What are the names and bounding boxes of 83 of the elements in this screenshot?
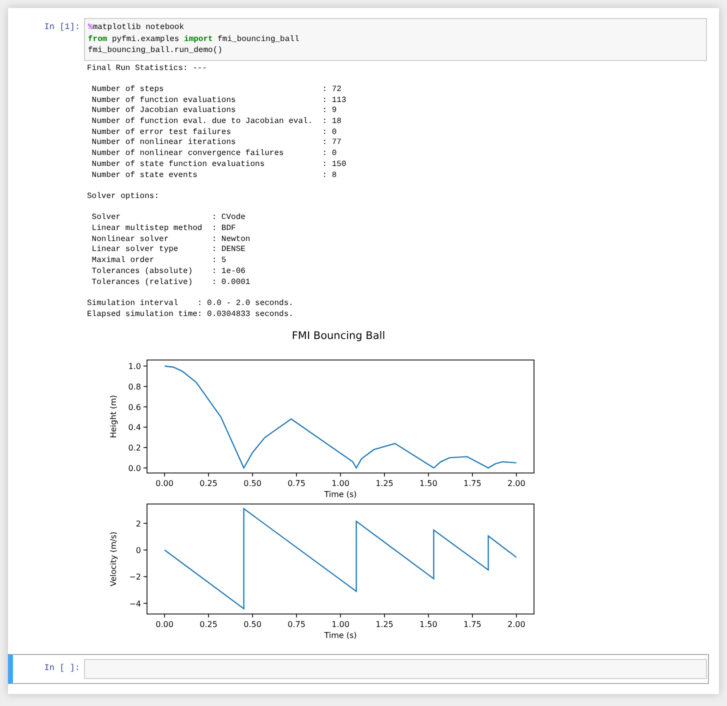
output-line: Number of function eval. due to Jacobian eval. : 18 — [90, 117, 342, 128]
tick-mark — [208, 614, 209, 618]
output-line: Number of error test failures : 0 — [90, 128, 337, 138]
tick-label: 0.75 — [288, 620, 306, 629]
tick-mark — [164, 472, 165, 477]
output-line: Solver : CVode — [90, 213, 246, 224]
tick-mark — [208, 472, 209, 477]
tick-mark — [143, 602, 148, 604]
output-line: Tolerances (relative) : 0.0001 — [90, 278, 250, 288]
output-line: Linear solver type : DENSE — [90, 245, 246, 256]
tick-mark — [516, 472, 517, 477]
tick-label: 0.25 — [200, 479, 218, 488]
tick-mark — [384, 472, 385, 477]
tick-mark — [143, 576, 148, 578]
tick-mark — [428, 614, 429, 618]
tick-label: 0.4 — [128, 423, 141, 432]
input-prompt: In [ ]: — [43, 662, 81, 675]
tick-mark — [143, 406, 148, 408]
output-line: Number of nonlinear convergence failures : 0 — [90, 149, 337, 160]
tick-mark — [296, 614, 297, 618]
tick-label: 0 — [136, 546, 141, 555]
tick-label: −4 — [129, 599, 141, 608]
output-line: Nonlinear solver : Newton — [90, 234, 250, 245]
axis-label: Time (s) — [324, 490, 357, 499]
tick-label: 0.6 — [128, 402, 141, 412]
output-line: Number of state events : 8 — [90, 170, 337, 182]
tick-mark — [296, 472, 297, 477]
output-line: Maximal order : 5 — [90, 256, 226, 267]
tick-label: 0.25 — [200, 620, 218, 629]
tick-label: 1.75 — [464, 620, 482, 629]
tick-mark — [516, 614, 517, 618]
tick-label: 2.00 — [508, 620, 526, 629]
output-line: Number of function evaluations : 113 — [90, 96, 346, 106]
chart-title: FMI Bouncing Ball — [292, 330, 386, 342]
tick-label: 1.0 — [128, 362, 141, 372]
tick-label: 0.75 — [288, 479, 306, 488]
output-line: Solver options: — [87, 192, 160, 203]
tick-label: 1.50 — [420, 620, 438, 629]
tick-label: 0.50 — [244, 479, 262, 488]
code-input[interactable]: %matplotlib notebook from pyfmi.examples import fmi_bouncing_ball fmi_bouncing_ball.run_demo() — [84, 18, 707, 60]
output-line: Simulation interval : 0.0 - 2.0 seconds. — [87, 298, 294, 310]
axis-label: Velocity (m/s) — [109, 532, 118, 586]
tick-mark — [252, 472, 253, 477]
axis-label: Height (m) — [109, 394, 118, 438]
tick-label: 1.00 — [332, 620, 350, 629]
output-line: Elapsed simulation time: 0.0304833 seconds. — [87, 310, 294, 320]
tick-label: 1.25 — [376, 620, 394, 629]
tick-label: 1.50 — [420, 479, 438, 488]
output-line: Tolerances (absolute) : 1e-06 — [90, 266, 246, 278]
tick-mark — [164, 614, 165, 618]
tick-label: 1.25 — [376, 479, 394, 488]
output-line: Number of steps : 72 — [90, 84, 342, 96]
tick-mark — [472, 614, 473, 618]
output-line: Number of nonlinear iterations : 77 — [90, 138, 342, 149]
tick-mark — [384, 614, 385, 618]
tick-mark — [340, 614, 341, 618]
tick-label: 0.2 — [128, 444, 141, 453]
output-line: Final Run Statistics: --- — [87, 64, 208, 74]
tick-label: −2 — [129, 572, 141, 582]
tick-label: 0.00 — [156, 620, 174, 629]
notebook-cell[interactable]: In [ ]: — [8, 654, 709, 684]
tick-mark — [428, 472, 429, 477]
tick-mark — [143, 522, 148, 524]
output-line: Number of state function evaluations : 150 — [90, 160, 346, 171]
tick-label: 0.0 — [128, 464, 141, 473]
tick-label: 0.8 — [128, 382, 141, 392]
tick-label: 0.50 — [244, 620, 262, 629]
tick-label: 0.00 — [156, 479, 174, 488]
input-prompt: In [1]: — [43, 21, 81, 34]
output-line: Number of Jacobian evaluations : 9 — [90, 106, 337, 117]
tick-mark — [143, 426, 148, 428]
tick-label: 1.00 — [332, 479, 350, 488]
output-line: Linear multistep method : BDF — [90, 224, 236, 235]
tick-mark — [252, 614, 253, 618]
tick-mark — [472, 472, 473, 477]
axis-label: Time (s) — [324, 631, 357, 640]
code-input[interactable] — [84, 659, 707, 679]
tick-label: 2.00 — [508, 479, 526, 488]
tick-mark — [340, 472, 341, 477]
tick-label: 1.75 — [464, 479, 482, 488]
tick-label: 2 — [136, 519, 141, 528]
tick-mark — [143, 447, 148, 448]
tick-mark — [143, 386, 148, 387]
